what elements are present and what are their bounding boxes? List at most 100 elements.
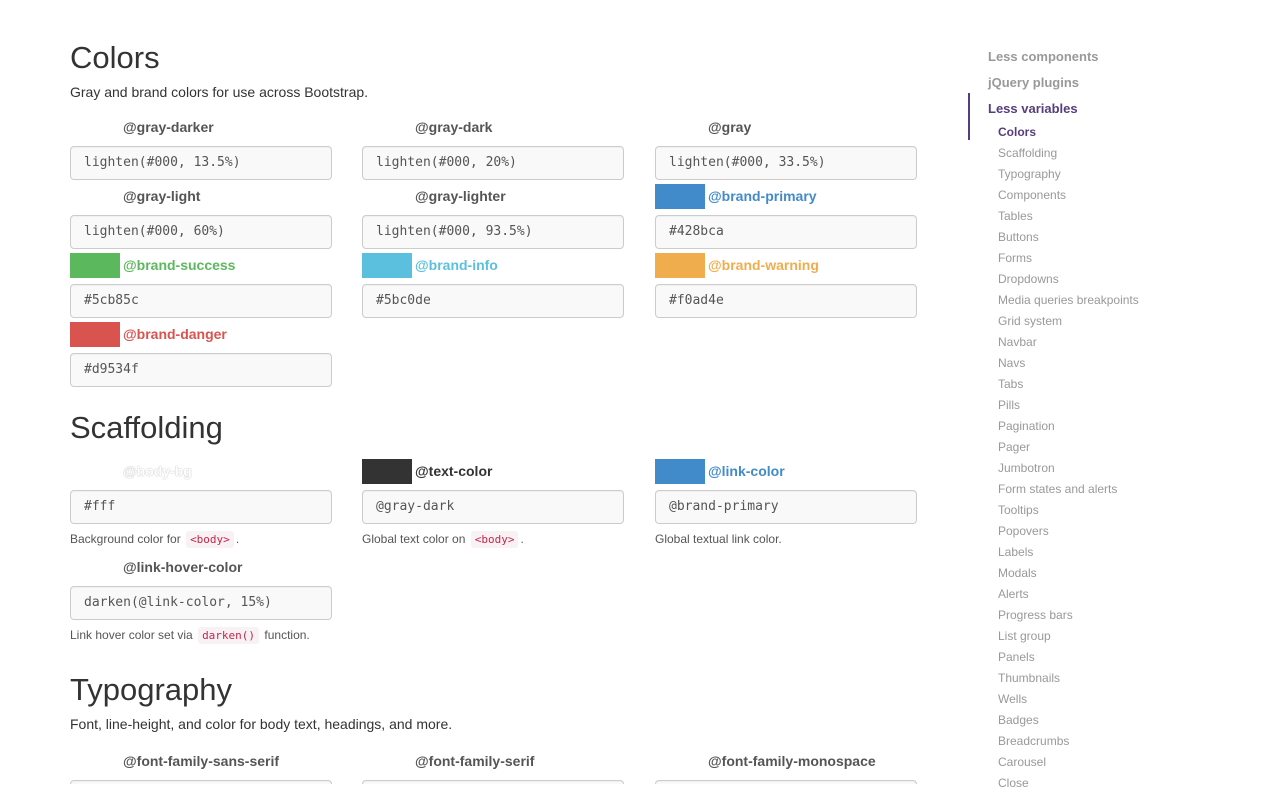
variable-gray-light: @gray-light lighten(#000, 60%)	[70, 184, 332, 249]
variable-value-input[interactable]: #fff	[70, 490, 332, 524]
sidebar-item-less-variables[interactable]: Less variables	[968, 96, 1218, 122]
variable-name: @gray-darker	[123, 119, 214, 135]
scaffolding-title: Scaffolding	[70, 410, 223, 445]
sidebar-subitem-pagination[interactable]: Pagination	[968, 416, 1218, 437]
sidebar-subitem-carousel[interactable]: Carousel	[968, 752, 1218, 773]
sidebar-subitem-panels[interactable]: Panels	[968, 647, 1218, 668]
sidebar-subitem-media-queries-breakpoints[interactable]: Media queries breakpoints	[968, 290, 1218, 311]
variable-brand-success: @brand-success #5cb85c	[70, 253, 332, 318]
variable-label: @brand-danger	[70, 322, 332, 347]
variable-value-input[interactable]: #f0ad4e	[655, 284, 917, 318]
variable-name: @gray-light	[123, 188, 201, 204]
sidebar-subitem-popovers[interactable]: Popovers	[968, 521, 1218, 542]
active-indicator	[968, 93, 970, 140]
sidebar-subitem-tables[interactable]: Tables	[968, 206, 1218, 227]
variable-font-family-monospace: @font-family-monospace	[655, 749, 917, 784]
sidebar-subitem-tooltips[interactable]: Tooltips	[968, 500, 1218, 521]
variable-gray: @gray lighten(#000, 33.5%)	[655, 115, 917, 180]
variable-brand-primary: @brand-primary #428bca	[655, 184, 917, 249]
variable-name: @gray-dark	[415, 119, 493, 135]
color-swatch	[655, 459, 705, 484]
colors-section: Colors Gray and brand colors for use acr…	[70, 40, 918, 102]
variable-name: @font-family-monospace	[708, 753, 876, 769]
variable-value-input[interactable]: lighten(#000, 93.5%)	[362, 215, 624, 249]
variable-value-input[interactable]: lighten(#000, 60%)	[70, 215, 332, 249]
variable-label: @gray-light	[70, 184, 332, 209]
help-text-suffix: function.	[261, 628, 310, 642]
sidebar-subitem-badges[interactable]: Badges	[968, 710, 1218, 731]
variable-name: @brand-success	[123, 257, 236, 273]
variable-help-text: Global text color on <body>.	[362, 530, 624, 549]
variable-label: @text-color	[362, 459, 624, 484]
sidebar-sub-items: Colors Scaffolding Typography Components Tab…	[968, 122, 1218, 794]
variable-name: @body-bg	[123, 463, 192, 479]
variable-value-input[interactable]: #d9534f	[70, 353, 332, 387]
variable-value-input[interactable]: darken(@link-color, 15%)	[70, 586, 332, 620]
sidebar-subitem-breadcrumbs[interactable]: Breadcrumbs	[968, 731, 1218, 752]
variable-value-input[interactable]	[70, 780, 332, 784]
typography-title: Typography	[70, 672, 232, 707]
sidebar-subitem-wells[interactable]: Wells	[968, 689, 1218, 710]
sidebar-subitem-buttons[interactable]: Buttons	[968, 227, 1218, 248]
variable-value-input[interactable]: @gray-dark	[362, 490, 624, 524]
variable-name: @brand-warning	[708, 257, 819, 273]
sidebar-subitem-modals[interactable]: Modals	[968, 563, 1218, 584]
variable-value-input[interactable]: @brand-primary	[655, 490, 917, 524]
sidebar-subitem-dropdowns[interactable]: Dropdowns	[968, 269, 1218, 290]
help-code: darken()	[198, 627, 260, 644]
variable-font-family-serif: @font-family-serif	[362, 749, 624, 784]
scaffolding-section: Scaffolding	[70, 410, 918, 446]
sidebar-top-items: Less components jQuery plugins Less variab…	[968, 44, 1218, 122]
sidebar-subitem-labels[interactable]: Labels	[968, 542, 1218, 563]
sidebar-subitem-colors[interactable]: Colors	[968, 122, 1218, 143]
variable-value-input[interactable]	[655, 780, 917, 784]
sidebar-subitem-thumbnails[interactable]: Thumbnails	[968, 668, 1218, 689]
sidebar-subitem-alerts[interactable]: Alerts	[968, 584, 1218, 605]
variable-value-input[interactable]: #428bca	[655, 215, 917, 249]
sidebar-subitem-pills[interactable]: Pills	[968, 395, 1218, 416]
sidebar-subitem-navs[interactable]: Navs	[968, 353, 1218, 374]
sidebar-subitem-form-states-and-alerts[interactable]: Form states and alerts	[968, 479, 1218, 500]
variable-value-input[interactable]: #5bc0de	[362, 284, 624, 318]
sidebar-subitem-navbar[interactable]: Navbar	[968, 332, 1218, 353]
variable-label: @brand-primary	[655, 184, 917, 209]
sidebar-subitem-close[interactable]: Close	[968, 773, 1218, 794]
help-code: <body>	[186, 531, 234, 548]
sidebar-subitem-jumbotron[interactable]: Jumbotron	[968, 458, 1218, 479]
variable-label: @link-hover-color	[70, 555, 332, 580]
variable-font-family-sans-serif: @font-family-sans-serif	[70, 749, 332, 784]
sidebar-item-jquery-plugins[interactable]: jQuery plugins	[968, 70, 1218, 96]
variable-label: @font-family-monospace	[655, 749, 917, 774]
sidebar-subitem-grid-system[interactable]: Grid system	[968, 311, 1218, 332]
variable-value-input[interactable]: lighten(#000, 20%)	[362, 146, 624, 180]
variable-brand-warning: @brand-warning #f0ad4e	[655, 253, 917, 318]
sidebar-subitem-typography[interactable]: Typography	[968, 164, 1218, 185]
variable-help-text: Global textual link color.	[655, 530, 917, 548]
sidebar-subitem-pager[interactable]: Pager	[968, 437, 1218, 458]
typography-section: Typography Font, line-height, and color …	[70, 672, 918, 734]
variable-name: @font-family-sans-serif	[123, 753, 280, 769]
variable-help-text: Link hover color set via darken() functi…	[70, 626, 332, 645]
sidebar-subitem-forms[interactable]: Forms	[968, 248, 1218, 269]
colors-lead: Gray and brand colors for use across Boo…	[70, 84, 369, 100]
variable-name: @brand-primary	[708, 188, 817, 204]
sidebar-subitem-list-group[interactable]: List group	[968, 626, 1218, 647]
variable-name: @gray-lighter	[415, 188, 506, 204]
variable-brand-danger: @brand-danger #d9534f	[70, 322, 332, 387]
sidebar-subitem-tabs[interactable]: Tabs	[968, 374, 1218, 395]
variable-value-input[interactable]	[362, 780, 624, 784]
color-swatch	[70, 322, 120, 347]
color-swatch	[655, 184, 705, 209]
sidebar-subitem-components[interactable]: Components	[968, 185, 1218, 206]
variable-gray-lighter: @gray-lighter lighten(#000, 93.5%)	[362, 184, 624, 249]
variable-value-input[interactable]: lighten(#000, 13.5%)	[70, 146, 332, 180]
sidebar-subitem-progress-bars[interactable]: Progress bars	[968, 605, 1218, 626]
sidebar-item-less-components[interactable]: Less components	[968, 44, 1218, 70]
variable-label: @gray	[655, 115, 917, 140]
help-code: <body>	[470, 531, 519, 548]
variable-name: @gray	[708, 119, 752, 135]
sidebar-subitem-scaffolding[interactable]: Scaffolding	[968, 143, 1218, 164]
variable-value-input[interactable]: #5cb85c	[70, 284, 332, 318]
variable-value-input[interactable]: lighten(#000, 33.5%)	[655, 146, 917, 180]
help-text-prefix: Link hover color set via	[70, 628, 197, 642]
